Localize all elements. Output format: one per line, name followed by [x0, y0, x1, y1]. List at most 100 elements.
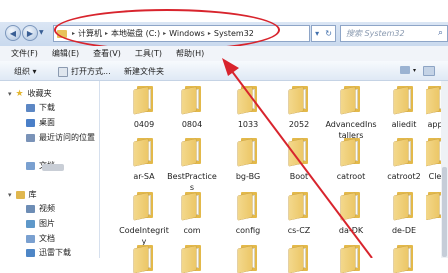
- folder-name: catroot2: [387, 172, 421, 181]
- address-dropdown-icon[interactable]: ▾: [315, 29, 319, 38]
- search-input[interactable]: 搜索 System32: [346, 28, 405, 39]
- back-button[interactable]: ◀: [5, 25, 21, 41]
- menu-bar: 文件(F) 编辑(E) 查看(V) 工具(T) 帮助(H): [0, 46, 448, 61]
- folder-item[interactable]: Boot: [275, 138, 323, 182]
- documents-icon: [26, 161, 35, 170]
- organize-label: 组织 ▾: [14, 67, 37, 76]
- nav-library[interactable]: ▾ 库: [8, 189, 37, 200]
- folder-item[interactable]: [327, 245, 375, 273]
- folder-icon: [238, 138, 258, 166]
- folder-item[interactable]: [380, 245, 428, 273]
- nav-docs[interactable]: 文档: [26, 233, 55, 244]
- star-icon: ★: [15, 88, 24, 99]
- nav-pictures[interactable]: 图片: [26, 218, 55, 229]
- nav-xunlei-downloads[interactable]: 迅雷下载: [26, 247, 71, 258]
- folder-item[interactable]: BestPractices: [167, 138, 217, 193]
- folder-name: da-DK: [338, 226, 364, 235]
- folder-item[interactable]: cs-CZ: [275, 192, 323, 236]
- folder-item[interactable]: 0804: [168, 86, 216, 130]
- menu-tools[interactable]: 工具(T): [135, 48, 162, 59]
- menu-file[interactable]: 文件(F): [11, 48, 38, 59]
- refresh-icon[interactable]: ↻: [325, 29, 332, 38]
- folder-name: bg-BG: [235, 172, 261, 181]
- nav-recent[interactable]: 最近访问的位置: [26, 132, 95, 143]
- menu-edit[interactable]: 编辑(E): [52, 48, 79, 59]
- expand-icon[interactable]: ▾: [8, 90, 12, 98]
- nav-desktop[interactable]: 桌面: [26, 117, 55, 128]
- folder-icon: [341, 138, 361, 166]
- folder-name: Boot: [289, 172, 309, 181]
- new-folder-button[interactable]: 新建文件夹: [124, 66, 164, 77]
- history-dropdown-icon[interactable]: ▼: [39, 29, 44, 36]
- open-with-label: 打开方式...: [71, 67, 111, 76]
- folder-item[interactable]: aliedit: [380, 86, 428, 130]
- folder-icon: [289, 245, 309, 273]
- recent-places-icon: [26, 133, 35, 142]
- folder-icon: [134, 245, 154, 273]
- menu-view[interactable]: 查看(V): [93, 48, 121, 59]
- nav-downloads[interactable]: 下载: [26, 102, 55, 113]
- menu-help[interactable]: 帮助(H): [176, 48, 204, 59]
- view-options-button[interactable]: ▾: [400, 66, 416, 74]
- view-icon: [400, 66, 410, 74]
- view-dropdown-icon: ▾: [413, 66, 417, 74]
- folder-item[interactable]: 0409: [120, 86, 168, 130]
- organize-button[interactable]: 组织 ▾: [14, 66, 37, 77]
- search-box[interactable]: 搜索 System32 ⌕: [340, 25, 448, 42]
- folder-item[interactable]: de-DE: [380, 192, 428, 236]
- folder-item[interactable]: catroot: [327, 138, 375, 182]
- folder-name: config: [235, 226, 261, 235]
- folder-icon: [134, 192, 154, 220]
- folder-name: 1033: [237, 120, 259, 129]
- folder-icon: [289, 138, 309, 166]
- folder-item[interactable]: da-DK: [327, 192, 375, 236]
- folder-item[interactable]: [275, 245, 323, 273]
- folder-icon: [182, 86, 202, 114]
- nav-video-label: 视频: [39, 204, 55, 213]
- scrollbar-thumb[interactable]: [442, 167, 447, 257]
- folder-item[interactable]: CodeIntegrity: [119, 192, 169, 247]
- video-icon: [26, 204, 35, 213]
- vertical-scrollbar[interactable]: [441, 81, 448, 258]
- search-icon[interactable]: ⌕: [438, 28, 443, 38]
- folder-item[interactable]: catroot2: [380, 138, 428, 182]
- folder-item[interactable]: ar-SA: [120, 138, 168, 182]
- folder-item[interactable]: 2052: [275, 86, 323, 130]
- open-with-button[interactable]: 打开方式...: [58, 66, 111, 77]
- folder-icon: [182, 138, 202, 166]
- preview-pane-button[interactable]: [423, 66, 435, 76]
- nav-docs-label: 文档: [39, 234, 55, 243]
- forward-button[interactable]: ▶: [22, 25, 38, 41]
- folder-icon: [134, 138, 154, 166]
- folder-item[interactable]: com: [168, 192, 216, 236]
- nav-downloads-label: 下载: [39, 103, 55, 112]
- folder-name: 0409: [133, 120, 155, 129]
- folder-item[interactable]: [120, 245, 168, 273]
- folder-item[interactable]: 1033: [224, 86, 272, 130]
- nav-recent-label: 最近访问的位置: [39, 133, 95, 142]
- desktop-icon: [26, 118, 35, 127]
- nav-xunlei-label: 迅雷下载: [39, 248, 71, 257]
- nav-video[interactable]: 视频: [26, 203, 55, 214]
- window-icon: [58, 66, 68, 77]
- folder-name: ar-SA: [133, 172, 155, 181]
- folder-item[interactable]: AdvancedInstallers: [325, 86, 377, 141]
- folder-icon: [394, 138, 414, 166]
- folder-item[interactable]: config: [224, 192, 272, 236]
- folder-item[interactable]: bg-BG: [224, 138, 272, 182]
- folder-icon: [394, 192, 414, 220]
- library-icon: [15, 190, 25, 199]
- expand-icon[interactable]: ▾: [8, 191, 12, 199]
- folder-item[interactable]: [224, 245, 272, 273]
- folder-name: cs-CZ: [287, 226, 311, 235]
- forward-arrow-icon: ▶: [26, 28, 34, 38]
- folder-icon: [289, 86, 309, 114]
- folder-name: 0804: [181, 120, 203, 129]
- folder-icon: [238, 86, 258, 114]
- folder-icon: [341, 192, 361, 220]
- nav-library-label: 库: [28, 190, 37, 199]
- pictures-icon: [26, 219, 35, 228]
- folder-name: BestPractices: [167, 172, 217, 192]
- nav-favorites[interactable]: ▾ ★ 收藏夹: [8, 88, 52, 99]
- folder-item[interactable]: [168, 245, 216, 273]
